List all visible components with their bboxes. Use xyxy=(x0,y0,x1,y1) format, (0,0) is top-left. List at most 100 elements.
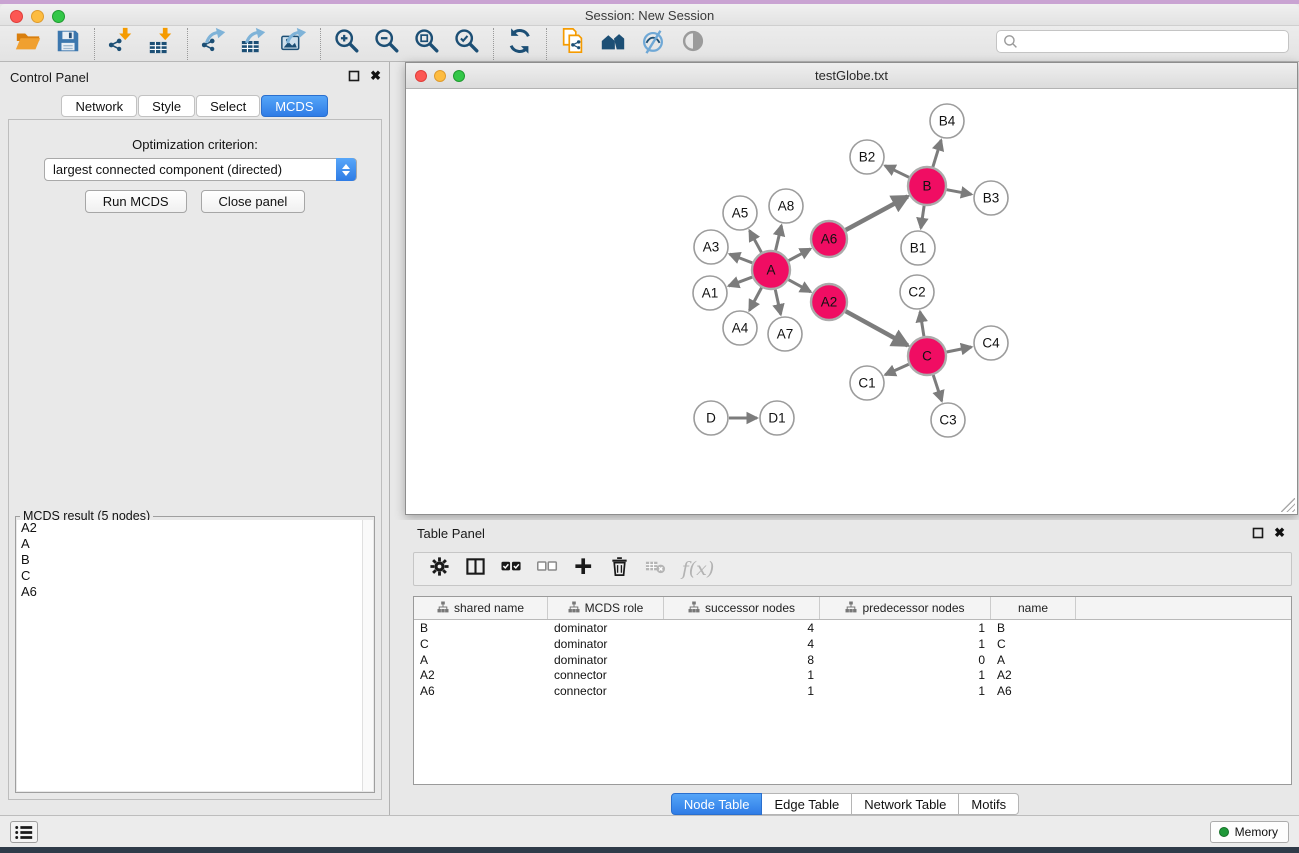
cell-predecessor-nodes[interactable]: 1 xyxy=(820,620,991,636)
edge-A-A2[interactable] xyxy=(789,280,811,292)
mcds-result-item[interactable]: C xyxy=(17,568,363,584)
float-table-panel-icon[interactable] xyxy=(1252,527,1264,539)
edge-A-A1[interactable] xyxy=(729,277,753,286)
cell-predecessor-nodes[interactable]: 1 xyxy=(820,667,991,683)
cell-MCDS-role[interactable]: dominator xyxy=(548,652,664,668)
search-input[interactable] xyxy=(996,30,1289,53)
deselect-all-button[interactable] xyxy=(532,555,562,583)
edge-A-A7[interactable] xyxy=(775,290,780,315)
home-layout-button[interactable] xyxy=(593,27,633,61)
edge-A-A3[interactable] xyxy=(730,254,753,263)
network-canvas[interactable]: B4B2BB3A8A5A6A3B1AA1C2A2A4A7C4CC1C3DD1 xyxy=(406,89,1297,514)
cell-successor-nodes[interactable]: 1 xyxy=(664,683,820,699)
criterion-select[interactable]: largest connected component (directed) xyxy=(44,158,357,181)
mcds-result-item[interactable]: A xyxy=(17,536,363,552)
add-column-button[interactable] xyxy=(568,555,598,583)
tab-select[interactable]: Select xyxy=(196,95,260,117)
zoom-fit-button[interactable] xyxy=(407,27,447,61)
app-titlebar[interactable]: Session: New Session xyxy=(0,4,1299,26)
cell-shared-name[interactable]: A2 xyxy=(414,667,548,683)
cell-successor-nodes[interactable]: 4 xyxy=(664,620,820,636)
close-table-panel-icon[interactable]: ✖ xyxy=(1274,527,1285,539)
cell-predecessor-nodes[interactable]: 1 xyxy=(820,636,991,652)
show-details-button[interactable] xyxy=(673,27,713,61)
column-header-successor-nodes[interactable]: successor nodes xyxy=(664,597,820,619)
mcds-result-item[interactable]: A6 xyxy=(17,584,363,600)
hide-details-button[interactable] xyxy=(633,27,673,61)
export-image-button[interactable] xyxy=(274,27,314,61)
edge-B-B2[interactable] xyxy=(885,166,909,178)
network-window-titlebar[interactable]: testGlobe.txt xyxy=(406,63,1297,89)
cell-predecessor-nodes[interactable]: 1 xyxy=(820,683,991,699)
cell-name[interactable]: A2 xyxy=(991,667,1076,683)
zoom-in-button[interactable] xyxy=(327,27,367,61)
edge-A6-B[interactable] xyxy=(846,196,908,229)
export-table-button[interactable] xyxy=(234,27,274,61)
cell-successor-nodes[interactable]: 4 xyxy=(664,636,820,652)
window-resize-grip[interactable] xyxy=(1281,498,1295,512)
gear-button[interactable] xyxy=(424,555,454,583)
cell-successor-nodes[interactable]: 8 xyxy=(664,652,820,668)
edge-B-B3[interactable] xyxy=(947,190,972,195)
edge-B-B4[interactable] xyxy=(933,140,941,167)
edge-A-A5[interactable] xyxy=(750,231,762,253)
edge-C-C1[interactable] xyxy=(885,364,909,375)
select-all-button[interactable] xyxy=(496,555,526,583)
zoom-out-button[interactable] xyxy=(367,27,407,61)
column-header-MCDS-role[interactable]: MCDS role xyxy=(548,597,664,619)
edge-B-B1[interactable] xyxy=(921,206,924,228)
run-mcds-button[interactable]: Run MCDS xyxy=(85,190,187,213)
edge-A-A8[interactable] xyxy=(776,225,782,250)
zoom-selected-button[interactable] xyxy=(447,27,487,61)
mcds-result-list[interactable]: A2ABCA6 xyxy=(17,520,363,791)
tab-node-table[interactable]: Node Table xyxy=(671,793,763,815)
result-scrollbar[interactable] xyxy=(362,520,373,791)
cell-name[interactable]: A xyxy=(991,652,1076,668)
cell-MCDS-role[interactable]: connector xyxy=(548,667,664,683)
column-header-predecessor-nodes[interactable]: predecessor nodes xyxy=(820,597,991,619)
open-session-button[interactable] xyxy=(8,27,48,61)
edge-C-C2[interactable] xyxy=(920,312,924,336)
table-row[interactable]: Adominator80A xyxy=(414,652,1291,668)
tab-network[interactable]: Network xyxy=(61,95,137,117)
column-header-name[interactable]: name xyxy=(991,597,1076,619)
cell-name[interactable]: A6 xyxy=(991,683,1076,699)
cell-MCDS-role[interactable]: connector xyxy=(548,683,664,699)
duplicate-network-button[interactable] xyxy=(553,27,593,61)
table-row[interactable]: Cdominator41C xyxy=(414,636,1291,652)
table-row[interactable]: A2connector11A2 xyxy=(414,667,1291,683)
task-history-button[interactable] xyxy=(10,821,38,843)
cell-shared-name[interactable]: B xyxy=(414,620,548,636)
tab-edge-table[interactable]: Edge Table xyxy=(762,793,852,815)
table-row[interactable]: Bdominator41B xyxy=(414,620,1291,636)
import-network-button[interactable] xyxy=(101,27,141,61)
cell-MCDS-role[interactable]: dominator xyxy=(548,636,664,652)
cell-shared-name[interactable]: A xyxy=(414,652,548,668)
cell-shared-name[interactable]: A6 xyxy=(414,683,548,699)
cell-MCDS-role[interactable]: dominator xyxy=(548,620,664,636)
tab-motifs[interactable]: Motifs xyxy=(959,793,1019,815)
save-session-button[interactable] xyxy=(48,27,88,61)
edge-A2-C[interactable] xyxy=(846,311,908,345)
edge-C-C3[interactable] xyxy=(933,375,942,401)
tab-network-table[interactable]: Network Table xyxy=(852,793,959,815)
edge-A-A4[interactable] xyxy=(749,288,761,311)
float-panel-icon[interactable] xyxy=(348,70,360,82)
column-header-shared-name[interactable]: shared name xyxy=(414,597,548,619)
cell-predecessor-nodes[interactable]: 0 xyxy=(820,652,991,668)
memory-button[interactable]: Memory xyxy=(1210,821,1289,843)
edge-C-C4[interactable] xyxy=(947,347,972,352)
split-columns-button[interactable] xyxy=(460,555,490,583)
mcds-result-item[interactable]: B xyxy=(17,552,363,568)
tab-mcds[interactable]: MCDS xyxy=(261,95,327,117)
delete-button[interactable] xyxy=(604,555,634,583)
close-panel-button[interactable]: Close panel xyxy=(201,190,306,213)
import-table-button[interactable] xyxy=(141,27,181,61)
close-panel-icon[interactable]: ✖ xyxy=(370,70,381,82)
cell-name[interactable]: C xyxy=(991,636,1076,652)
table-row[interactable]: A6connector11A6 xyxy=(414,683,1291,699)
refresh-button[interactable] xyxy=(500,27,540,61)
export-network-button[interactable] xyxy=(194,27,234,61)
tab-style[interactable]: Style xyxy=(138,95,195,117)
cell-shared-name[interactable]: C xyxy=(414,636,548,652)
